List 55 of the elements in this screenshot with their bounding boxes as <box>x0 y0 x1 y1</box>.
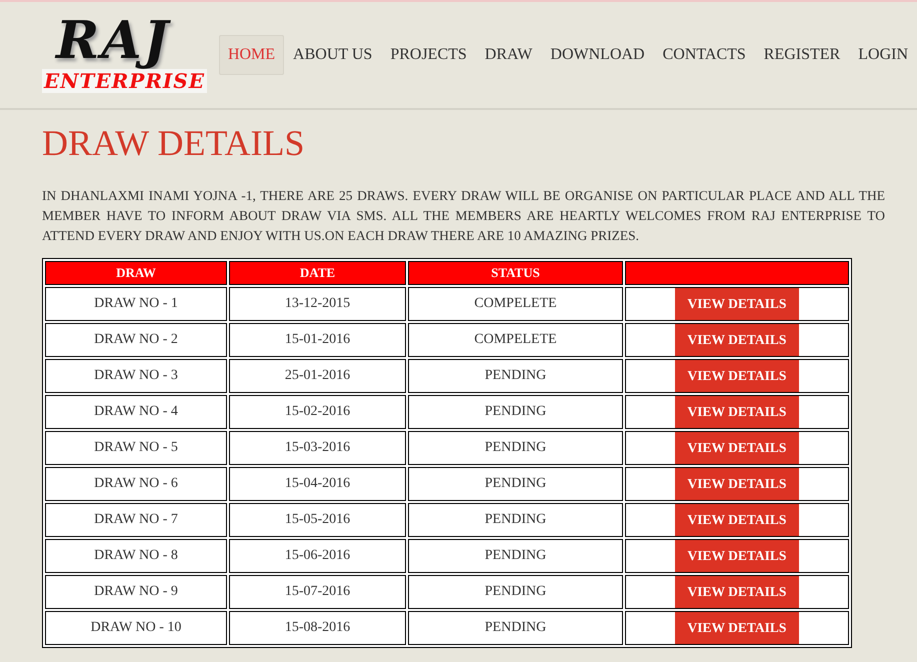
table-cell: PENDING <box>408 503 623 537</box>
logo-title: RAJ <box>56 13 170 69</box>
table-cell: 15-08-2016 <box>229 611 406 645</box>
table-cell: 25-01-2016 <box>229 359 406 393</box>
table-cell: PENDING <box>408 395 623 429</box>
table-cell: 15-01-2016 <box>229 323 406 357</box>
table-cell: DRAW NO - 3 <box>45 359 227 393</box>
table-cell: PENDING <box>408 575 623 609</box>
table-cell: PENDING <box>408 539 623 573</box>
table-cell: DRAW NO - 2 <box>45 323 227 357</box>
table-cell: COMPELETE <box>408 323 623 357</box>
table-cell: DRAW NO - 1 <box>45 287 227 321</box>
column-header: DRAW <box>45 261 227 285</box>
table-cell: DRAW NO - 5 <box>45 431 227 465</box>
view-details-button[interactable]: VIEW DETAILS <box>675 612 799 644</box>
nav-link[interactable]: DOWNLOAD <box>541 35 654 75</box>
table-cell: 15-06-2016 <box>229 539 406 573</box>
view-details-button[interactable]: VIEW DETAILS <box>675 576 799 608</box>
page-heading: DRAW DETAILS <box>42 122 306 164</box>
table-cell: 15-05-2016 <box>229 503 406 537</box>
table-cell: 15-02-2016 <box>229 395 406 429</box>
table-cell: 15-07-2016 <box>229 575 406 609</box>
nav-link[interactable]: LOGIN <box>849 35 917 75</box>
view-details-button[interactable]: VIEW DETAILS <box>675 360 799 392</box>
column-header: STATUS <box>408 261 623 285</box>
table-cell: PENDING <box>408 431 623 465</box>
intro-paragraph: IN DHANLAXMI INAMI YOJNA -1, THERE ARE 25 DRAWS. EVERY DRAW WILL BE ORGANISE ON PARTICULAR PLACE AND ALL THE MEMBER HAVE TO INFORM ABOUT DRAW VIA SMS. ALL THE MEMBERS ARE HEARTLY WELCOMES FROM RAJ ENTERPRISE TO ATTEND EVERY DRAW AND ENJOY WITH US.ON EACH DRAW THERE ARE 10 AMAZING PRIZES. <box>42 187 885 245</box>
nav-link[interactable]: ABOUT US <box>284 35 382 75</box>
table-cell: COMPELETE <box>408 287 623 321</box>
view-details-button[interactable]: VIEW DETAILS <box>675 288 799 320</box>
table-cell: DRAW NO - 10 <box>45 611 227 645</box>
view-details-button[interactable]: VIEW DETAILS <box>675 396 799 428</box>
table-cell: 13-12-2015 <box>229 287 406 321</box>
view-details-button[interactable]: VIEW DETAILS <box>675 468 799 500</box>
table-cell: 15-04-2016 <box>229 467 406 501</box>
table-cell: PENDING <box>408 611 623 645</box>
table-cell: PENDING <box>408 359 623 393</box>
table-cell: DRAW NO - 9 <box>45 575 227 609</box>
view-details-button[interactable]: VIEW DETAILS <box>675 504 799 536</box>
nav-link[interactable]: PROJECTS <box>381 35 476 75</box>
nav-link[interactable]: HOME <box>218 35 284 75</box>
nav-link[interactable]: CONTACTS <box>654 35 755 75</box>
view-details-button[interactable]: VIEW DETAILS <box>675 432 799 464</box>
logo-subtitle: ENTERPRISE <box>42 69 207 93</box>
table-cell: PENDING <box>408 467 623 501</box>
column-header: DATE <box>229 261 406 285</box>
view-details-button[interactable]: VIEW DETAILS <box>675 324 799 356</box>
table-cell: DRAW NO - 8 <box>45 539 227 573</box>
table-cell: DRAW NO - 7 <box>45 503 227 537</box>
nav-link[interactable]: REGISTER <box>754 35 850 75</box>
view-details-button[interactable]: VIEW DETAILS <box>675 540 799 572</box>
nav-link[interactable]: DRAW <box>476 35 542 75</box>
table-cell: DRAW NO - 6 <box>45 467 227 501</box>
table-cell: 15-03-2016 <box>229 431 406 465</box>
table-cell: DRAW NO - 4 <box>45 395 227 429</box>
